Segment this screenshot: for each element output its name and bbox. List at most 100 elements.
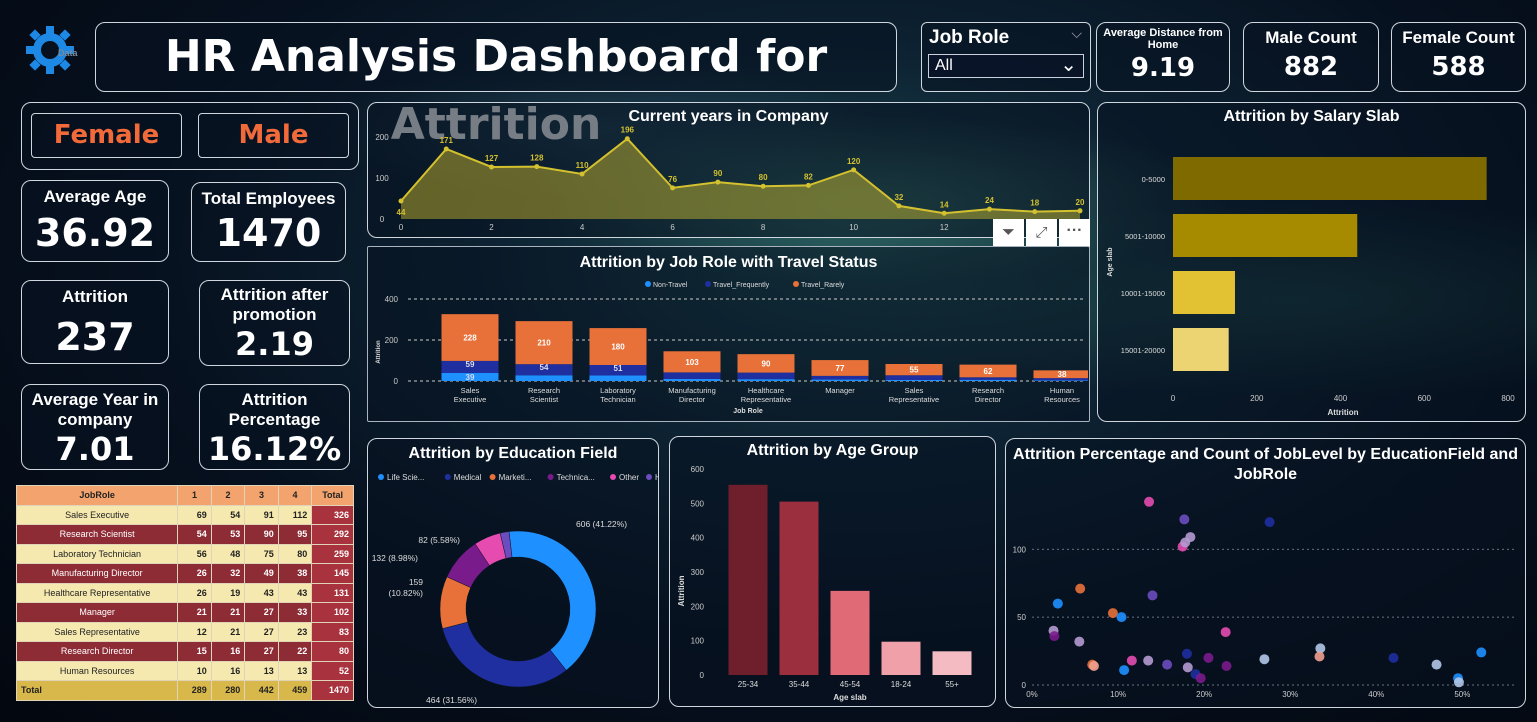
x-tick-label: 200 (1250, 394, 1264, 403)
attrition-card: Attrition 237 (21, 280, 169, 364)
table-cell: 33 (277, 602, 313, 623)
data-label: 38 (1058, 370, 1067, 379)
total-employees-card: Total Employees 1470 (191, 182, 346, 262)
y-tick-label: 200 (375, 133, 389, 142)
table-cell: 280 (210, 680, 246, 701)
scatter-point (1144, 496, 1155, 507)
x-tick-label: Laboratory (600, 386, 636, 395)
table-row: Human Resources 10 16 13 13 52 (15, 660, 354, 681)
table-header-cell[interactable]: 4 (277, 485, 313, 506)
table-cell: 13 (277, 660, 313, 681)
data-label: 159 (409, 577, 423, 587)
data-label: 90 (713, 169, 722, 178)
x-tick-label: 45-54 (840, 680, 861, 689)
title-panel: HR Analysis Dashboard for Attrition (95, 22, 897, 150)
table-cell: Total (15, 680, 179, 701)
kpi-value: 237 (55, 315, 135, 359)
data-label: 14 (940, 200, 949, 209)
table-cell: 43 (244, 582, 279, 603)
x-tick-label: Scientist (530, 395, 559, 404)
data-point (760, 183, 766, 189)
table-cell: 56 (177, 543, 212, 564)
x-tick-label: Sales (461, 386, 480, 395)
table-cell: 54 (177, 524, 212, 545)
bar (881, 641, 921, 675)
x-tick-label: 600 (1418, 394, 1432, 403)
x-tick-label: 4 (580, 223, 585, 232)
x-tick-label: 0% (1026, 690, 1038, 699)
bar-segment (885, 379, 943, 381)
focus-mode-icon[interactable]: ⤢ (1026, 219, 1057, 247)
data-label: 55 (910, 366, 919, 375)
visual-header: ⏷ ⤢ ··· (993, 219, 1090, 247)
table-header-cell[interactable]: Total (311, 485, 354, 506)
data-point (715, 179, 721, 185)
table-header-cell[interactable]: JobRole (15, 485, 179, 506)
y-tick-label: 0 (394, 377, 399, 386)
data-label: 82 (5.58%) (418, 535, 460, 545)
x-tick-label: 8 (761, 223, 766, 232)
pie-slice (508, 530, 597, 671)
chevron-down-icon: ⌄ (1060, 54, 1077, 76)
more-options-icon[interactable]: ··· (1059, 219, 1090, 247)
salary-chart-panel: Attrition by Salary Slab 0 200 400 600 800 At… (1097, 102, 1526, 422)
table-cell: Manufacturing Director (15, 563, 179, 584)
x-tick-label: Representative (889, 395, 939, 404)
table-cell: 10 (177, 660, 212, 681)
table-cell: 26 (177, 563, 212, 584)
y-tick-label: 200 (385, 336, 399, 345)
y-tick-label: 400 (691, 534, 705, 543)
data-label: 132 (8.98%) (372, 553, 418, 563)
data-label: 103 (685, 358, 699, 367)
table-row: Sales Executive 69 54 91 112 326 (15, 504, 354, 525)
gender-slicer: Female Male (21, 102, 359, 170)
table-cell: 38 (277, 563, 313, 584)
table-header-cell[interactable]: 3 (244, 485, 279, 506)
scatter-point (1431, 659, 1442, 670)
table-cell: 27 (244, 602, 279, 623)
chevron-up-icon: ⌵ (1071, 25, 1082, 41)
table-cell: 43 (277, 582, 313, 603)
data-point (851, 167, 857, 173)
jobrole-table: JobRole 1 2 3 4 Total Sales Executive 69 54 91 11… (15, 485, 354, 701)
male-button[interactable]: Male (198, 113, 349, 158)
legend-marker (444, 474, 451, 480)
legend-marker (610, 474, 616, 480)
data-label: 44 (397, 208, 406, 217)
table-cell: 16 (210, 660, 246, 681)
y-tick-label: 100 (1013, 545, 1027, 554)
scatter-point (1185, 532, 1196, 543)
travel-bar-chart: Non-Travel Travel_Frequently Travel_Rarely… (376, 281, 1088, 415)
table-row: Manufacturing Director 26 32 49 38 145 (15, 563, 354, 584)
scatter-chart: 0 50 100 0% 10% 20% 30% 40% 50% (1013, 496, 1514, 699)
y-tick-label: 0 (700, 671, 705, 680)
legend-marker (646, 474, 652, 480)
bar-segment (663, 372, 721, 379)
table-header-cell[interactable]: 2 (210, 485, 246, 506)
legend-marker (489, 474, 496, 480)
table-cell: 95 (277, 524, 313, 545)
y-tick-label: 400 (385, 295, 399, 304)
x-tick-label: 55+ (945, 680, 959, 689)
bar-segment (959, 377, 1017, 380)
y-axis-label: Attrition (677, 575, 686, 606)
table-header-cell[interactable]: 1 (177, 485, 212, 506)
scatter-point (1147, 590, 1158, 601)
scatter-point (1221, 661, 1232, 671)
table-cell: 326 (311, 504, 354, 525)
filter-icon[interactable]: ⏷ (993, 219, 1024, 247)
table-cell: 90 (244, 524, 279, 545)
kpi-label: Average Distance from Home (1103, 27, 1223, 51)
table-cell: 48 (210, 543, 246, 564)
bar (830, 590, 870, 675)
table-cell: 23 (277, 621, 313, 642)
table-cell: 32 (210, 563, 246, 584)
table-cell: Manager (15, 602, 179, 623)
bar-segment (959, 379, 1017, 381)
data-point (986, 206, 992, 212)
female-button[interactable]: Female (31, 113, 182, 158)
job-role-dropdown[interactable]: All ⌄ (928, 54, 1084, 78)
bar (728, 484, 768, 675)
kpi-value: 7.01 (55, 430, 135, 468)
x-axis-label: Attrition (1327, 408, 1358, 417)
